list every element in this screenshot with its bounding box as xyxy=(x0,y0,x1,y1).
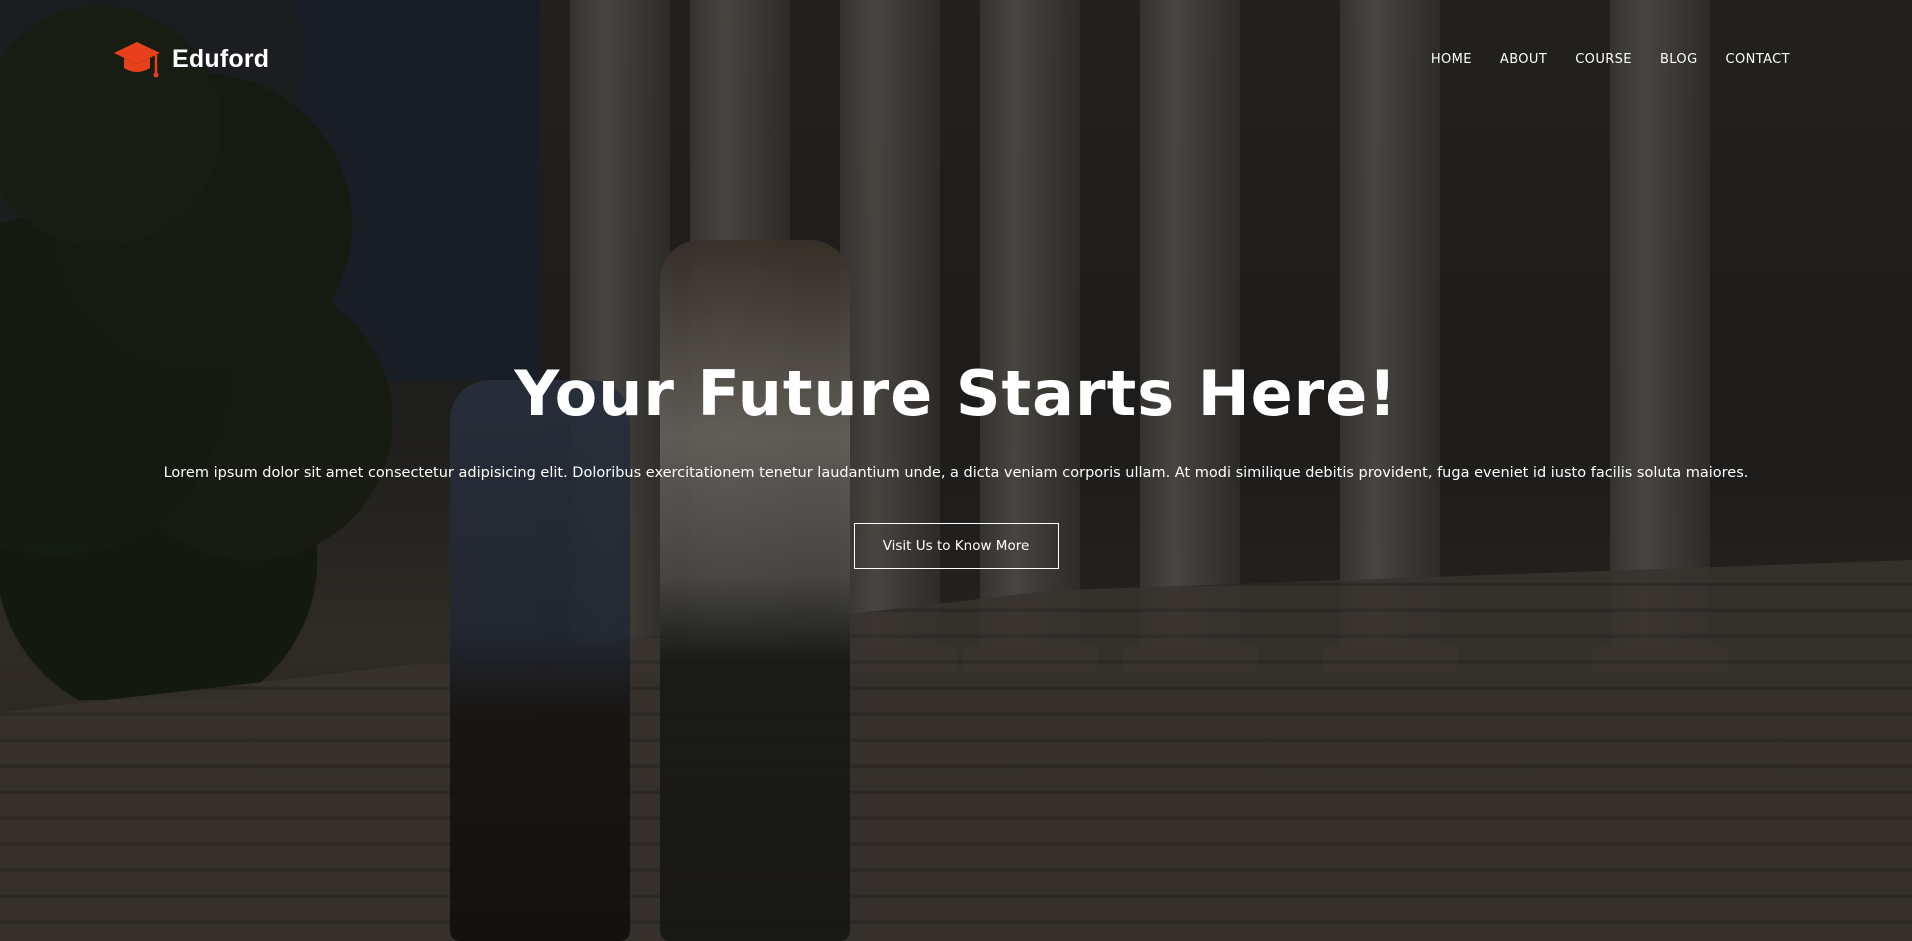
nav-link-home[interactable]: HOME xyxy=(1431,52,1472,67)
main-nav: HOME ABOUT COURSE BLOG CONTACT xyxy=(1431,52,1790,67)
hero-title: Your Future Starts Here! xyxy=(514,357,1398,430)
hero-section: Eduford HOME ABOUT COURSE BLOG CONTACT Y… xyxy=(0,0,1912,941)
nav-link-about[interactable]: ABOUT xyxy=(1500,52,1547,67)
graduation-cap-icon xyxy=(114,42,160,78)
hero-subtitle: Lorem ipsum dolor sit amet consectetur a… xyxy=(163,465,1749,482)
nav-link-course[interactable]: COURSE xyxy=(1575,52,1632,67)
hero-content: Your Future Starts Here! Lorem ipsum dol… xyxy=(0,357,1912,570)
visit-us-button[interactable]: Visit Us to Know More xyxy=(853,523,1059,570)
brand-logo-link[interactable]: Eduford xyxy=(112,38,269,80)
nav-link-contact[interactable]: CONTACT xyxy=(1726,52,1790,67)
navbar: Eduford HOME ABOUT COURSE BLOG CONTACT xyxy=(0,0,1912,110)
brand-name: Eduford xyxy=(172,44,270,73)
nav-link-blog[interactable]: BLOG xyxy=(1660,52,1698,67)
